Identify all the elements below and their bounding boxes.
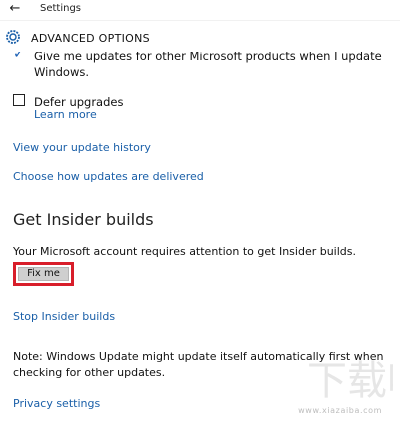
insider-builds-heading: Get Insider builds <box>13 210 154 229</box>
stop-insider-builds-link[interactable]: Stop Insider builds <box>13 310 115 323</box>
back-arrow-icon[interactable]: ← <box>7 1 23 17</box>
other-products-label: Give me updates for other Microsoft prod… <box>34 49 382 79</box>
fix-me-button[interactable]: Fix me <box>18 267 69 281</box>
page-header: ADVANCED OPTIONS <box>0 24 400 52</box>
learn-more-link[interactable]: Learn more <box>34 108 97 121</box>
title-bar: ← Settings <box>0 0 400 21</box>
defer-upgrades-checkbox[interactable] <box>13 94 25 106</box>
page-title: ADVANCED OPTIONS <box>31 32 150 45</box>
advanced-options-content: ✓ Give me updates for other Microsoft pr… <box>0 0 400 423</box>
update-history-link[interactable]: View your update history <box>13 141 151 154</box>
delivery-options-link[interactable]: Choose how updates are delivered <box>13 170 204 183</box>
fix-me-highlight: Fix me <box>13 262 74 286</box>
note-line-2: checking for other updates. <box>13 366 166 379</box>
svg-text:下载吧: 下载吧 <box>307 358 393 402</box>
watermark-site-text: www.xiazaiba.com <box>298 406 382 415</box>
insider-account-message: Your Microsoft account requires attentio… <box>13 245 357 258</box>
privacy-settings-link[interactable]: Privacy settings <box>13 397 100 410</box>
gear-icon <box>6 30 20 44</box>
watermark-logo: 下载吧 <box>307 358 393 402</box>
other-products-option: ✓ Give me updates for other Microsoft pr… <box>13 47 382 80</box>
app-title: Settings <box>40 3 82 14</box>
